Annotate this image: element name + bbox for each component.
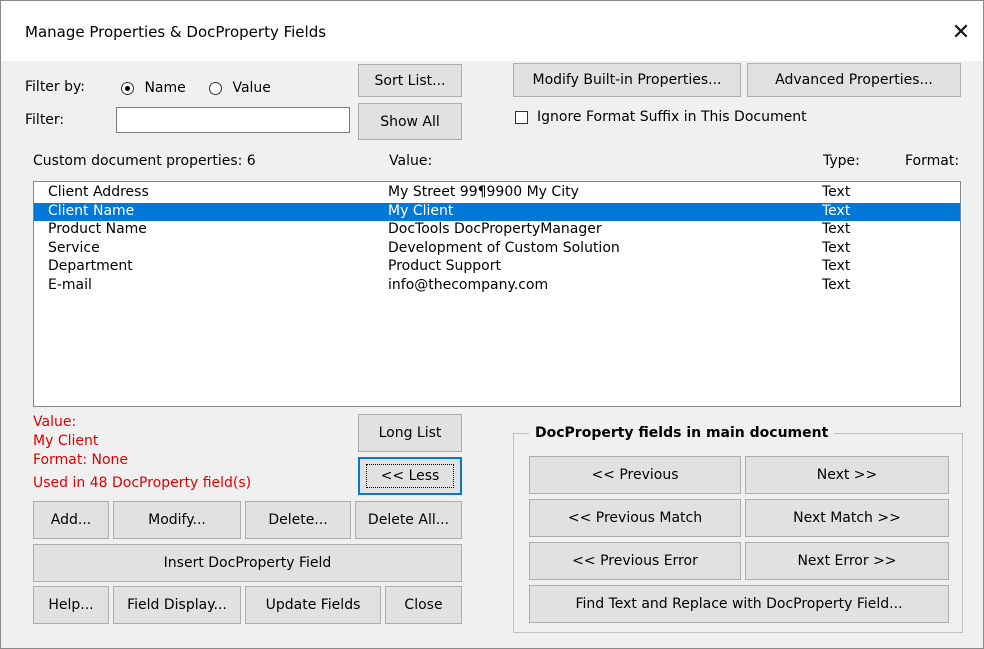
modify-builtin-properties-button[interactable]: Modify Built-in Properties... [513,63,741,97]
window-title: Manage Properties & DocProperty Fields [25,23,327,41]
row-name: Client Address [48,184,149,200]
next-error-button[interactable]: Next Error >> [745,542,949,580]
row-name: Service [48,239,100,256]
info-value-label: Value: [33,414,77,430]
delete-button[interactable]: Delete... [245,501,351,539]
filter-input[interactable] [116,107,350,133]
dialog-window: Manage Properties & DocProperty Fields ✕… [0,0,984,649]
less-button-label: << Less [365,464,455,488]
ignore-format-label: Ignore Format Suffix in This Document [537,109,807,125]
value-header: Value: [389,153,433,169]
sort-list-button[interactable]: Sort List... [358,64,462,97]
radio-value[interactable]: Value [209,80,271,96]
show-all-button[interactable]: Show All [358,103,462,140]
group-title: DocProperty fields in main document [529,425,835,441]
row-type: Text [822,221,851,237]
table-row[interactable]: Service Development of Custom Solution T… [34,240,960,259]
previous-match-button[interactable]: << Previous Match [529,499,741,537]
find-replace-button[interactable]: Find Text and Replace with DocProperty F… [529,585,949,623]
next-button[interactable]: Next >> [745,456,949,494]
long-list-button[interactable]: Long List [358,414,462,452]
radio-name[interactable]: Name [121,80,186,96]
radio-name-indicator[interactable] [121,81,134,95]
less-button[interactable]: << Less [358,457,462,495]
radio-value-label: Value [232,80,271,96]
table-row[interactable]: E-mail info@thecompany.com Text [34,277,960,296]
row-type: Text [822,184,851,200]
next-match-button[interactable]: Next Match >> [745,499,949,537]
row-value: My Client [388,202,454,219]
table-row[interactable]: Department Product Support Text [34,258,960,277]
row-name: Product Name [48,221,147,237]
radio-value-indicator[interactable] [209,81,222,95]
format-header: Format: [905,153,960,169]
table-row[interactable]: Product Name DocTools DocPropertyManager… [34,221,960,240]
properties-list[interactable]: Client Address My Street 99¶9900 My City… [33,181,961,407]
delete-all-button[interactable]: Delete All... [355,501,462,539]
insert-docproperty-field-button[interactable]: Insert DocProperty Field [33,544,462,582]
table-row-selected[interactable]: Client Name My Client Text [34,202,960,221]
close-icon[interactable]: ✕ [941,13,981,53]
previous-button[interactable]: << Previous [529,456,741,494]
info-format: Format: None [33,452,129,468]
type-header: Type: [823,153,860,169]
radio-name-label: Name [144,80,186,96]
advanced-properties-button[interactable]: Advanced Properties... [747,63,961,97]
title-bar: Manage Properties & DocProperty Fields ✕ [1,1,983,61]
update-fields-button[interactable]: Update Fields [245,586,381,624]
row-type: Text [822,258,851,274]
row-type: Text [822,276,851,293]
table-row[interactable]: Client Address My Street 99¶9900 My City… [34,184,960,203]
row-name: Client Name [48,202,135,219]
filter-label: Filter: [25,112,65,128]
row-value: Development of Custom Solution [388,239,620,256]
custom-properties-header: Custom document properties: 6 [33,153,256,169]
modify-button[interactable]: Modify... [113,501,241,539]
row-type: Text [822,202,851,219]
add-button[interactable]: Add... [33,501,109,539]
close-button[interactable]: Close [385,586,462,624]
row-type: Text [822,239,851,256]
row-value: info@thecompany.com [388,276,549,293]
row-value: Product Support [388,258,501,274]
info-value: My Client [33,433,99,449]
help-button[interactable]: Help... [33,586,109,624]
field-display-button[interactable]: Field Display... [113,586,241,624]
row-name: Department [48,258,133,274]
row-value: My Street 99¶9900 My City [388,184,579,200]
row-value: DocTools DocPropertyManager [388,221,602,237]
previous-error-button[interactable]: << Previous Error [529,542,741,580]
ignore-format-checkbox[interactable] [515,111,528,124]
filter-by-label: Filter by: [25,79,85,95]
row-name: E-mail [48,276,92,293]
info-usage: Used in 48 DocProperty field(s) [33,475,252,491]
